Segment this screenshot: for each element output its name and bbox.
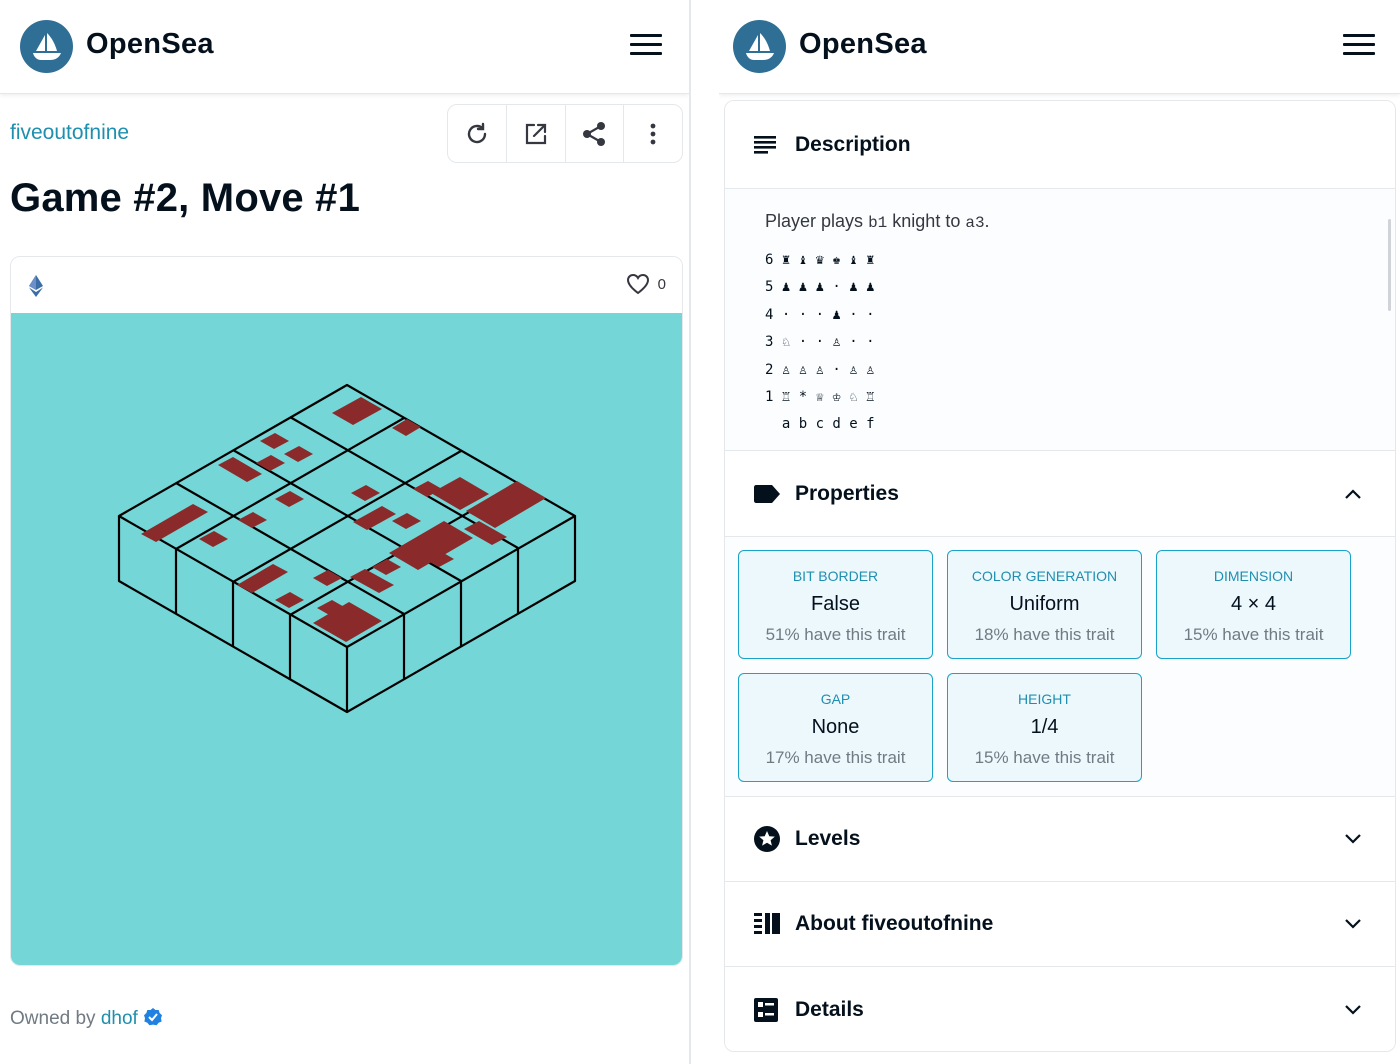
property-value: 4 × 4 [1230,593,1277,615]
board-row: 6 ♜ ♝ ♛ ♚ ♝ ♜ [765,252,875,268]
share-icon[interactable] [566,105,625,162]
pane-divider [689,0,691,1064]
ethereum-icon[interactable] [29,275,43,302]
owner-line: Owned by dhof [10,1007,163,1030]
left-pane: OpenSea fiveoutofnine Game #2, Move #1 0… [0,0,689,1064]
property-rarity: 15% have this trait [1183,625,1324,644]
board-row: 2 ♙ ♙ ♙ · ♙ ♙ [765,361,875,378]
property-value: False [811,593,860,615]
more-vertical-icon[interactable] [624,105,682,162]
property-value: Uniform [1009,593,1080,615]
property-value: None [811,716,860,738]
chevron-up-icon[interactable] [1345,488,1361,499]
levels-header[interactable]: Levels [725,797,1395,882]
description-scrollbar[interactable] [1388,219,1391,311]
chevron-down-icon[interactable] [1345,834,1361,844]
description-title: Description [795,132,911,156]
description-text: Player plays b1 knight to a3. [765,211,990,232]
header: OpenSea [719,0,1400,94]
owned-by-label: Owned by [10,1008,96,1029]
collection-link[interactable]: fiveoutofnine [10,121,129,145]
property-type: BIT BORDER [792,568,879,584]
properties-body: BIT BORDER False 51% have this trait COL… [725,537,1395,797]
board-row: 4 · · · ♟ · · [765,306,875,323]
brand-name[interactable]: OpenSea [86,28,214,61]
property-card[interactable]: BIT BORDER False 51% have this trait [738,550,933,659]
verified-badge-icon [144,1008,163,1026]
brand-name[interactable]: OpenSea [799,28,927,61]
external-link-icon[interactable] [507,105,566,162]
nft-image[interactable] [11,313,682,965]
board-row: 3 ♘ · · ♙ · · [765,334,875,351]
details-grid-icon [754,998,778,1022]
chevron-down-icon[interactable] [1345,919,1361,929]
item-details-panel: Description Player plays b1 knight to a3… [724,100,1396,1052]
properties-title: Properties [795,481,899,505]
property-rarity: 51% have this trait [765,625,906,644]
property-rarity: 18% have this trait [974,625,1115,644]
property-card[interactable]: GAP None 17% have this trait [738,673,933,782]
property-value: 1/4 [1030,716,1059,738]
nft-title: Game #2, Move #1 [10,176,361,220]
menu-icon[interactable] [630,34,664,60]
desc-from-square: b1 [868,214,888,232]
desc-to-square: a3 [965,214,985,232]
artwork-card-header: 0 [11,257,682,313]
owner-link[interactable]: dhof [101,1008,138,1029]
property-type: GAP [820,691,851,707]
property-type: COLOR GENERATION [971,568,1118,584]
chevron-down-icon[interactable] [1345,1005,1361,1015]
right-pane: OpenSea Description Player plays b1 knig… [719,0,1400,1064]
board-row: 1 ♖ * ♕ ♔ ♘ ♖ [765,389,875,406]
favorite-button[interactable]: 0 [626,273,666,295]
heart-icon [626,273,649,295]
property-type: DIMENSION [1213,568,1294,584]
item-toolbar [447,104,683,163]
levels-title: Levels [795,827,861,850]
property-rarity: 17% have this trait [765,748,906,767]
desc-middle: knight to [892,211,961,231]
description-body: Player plays b1 knight to a3. 6 ♜ ♝ ♛ ♚ … [725,189,1395,451]
header: OpenSea [0,0,689,94]
description-header[interactable]: Description [725,101,1395,189]
property-card[interactable]: COLOR GENERATION Uniform 18% have this t… [947,550,1142,659]
property-type: HEIGHT [1018,691,1071,707]
details-header[interactable]: Details [725,967,1395,1051]
favorite-count: 0 [657,275,666,293]
properties-header[interactable]: Properties [725,451,1395,537]
artwork-card: 0 [10,256,683,966]
refresh-icon[interactable] [448,105,507,162]
board-row: 5 ♟ ♟ ♟ · ♟ ♟ [765,279,875,296]
chess-board-text: 6 ♜ ♝ ♛ ♚ ♝ ♜ 5 ♟ ♟ ♟ · ♟ ♟ 4 · · · ♟ · · 3… [765,247,875,439]
sailboat-logo-icon[interactable] [733,20,786,73]
about-header[interactable]: About fiveoutofnine [725,882,1395,967]
description-lines-icon [754,135,776,154]
desc-end: . [984,211,990,231]
property-card[interactable]: HEIGHT 1/4 15% have this trait [947,673,1142,782]
star-icon [754,826,780,852]
desc-prefix: Player plays [765,211,864,231]
sailboat-logo-icon[interactable] [20,20,73,73]
property-card[interactable]: DIMENSION 4 × 4 15% have this trait [1156,550,1351,659]
board-files: a b c d e f [765,416,875,433]
about-columns-icon [754,913,780,934]
property-rarity: 15% have this trait [974,748,1115,767]
about-title: About fiveoutofnine [795,912,994,935]
menu-icon[interactable] [1343,34,1377,60]
details-title: Details [795,998,864,1021]
tag-icon [754,484,780,503]
